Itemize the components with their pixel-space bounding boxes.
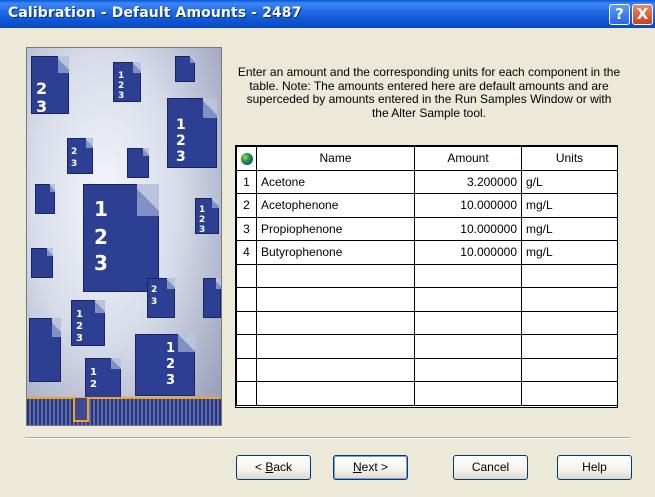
- empty-table-row[interactable]: [236, 310, 618, 335]
- name-cell[interactable]: Propiophenone: [256, 216, 415, 241]
- help-button[interactable]: Help: [557, 455, 632, 480]
- amount-cell[interactable]: [414, 263, 522, 288]
- window-title: Calibration - Default Amounts - 2487: [8, 5, 302, 21]
- empty-table-row[interactable]: [236, 357, 618, 382]
- row-number: [236, 334, 257, 359]
- empty-table-row[interactable]: [236, 381, 618, 406]
- table-row[interactable]: 4 Butyrophenone 10.000000 mg/L: [236, 240, 618, 265]
- amount-cell[interactable]: 3.200000: [414, 169, 522, 194]
- units-cell[interactable]: g/L: [521, 169, 618, 194]
- row-number: [236, 287, 257, 312]
- back-button-prefix: <: [254, 460, 266, 474]
- instructions-text: Enter an amount and the corresponding un…: [237, 65, 621, 120]
- name-cell[interactable]: Acetone: [256, 169, 415, 194]
- units-cell[interactable]: [521, 263, 618, 288]
- units-cell[interactable]: [521, 357, 618, 382]
- next-button-accel: N: [352, 460, 362, 474]
- units-cell[interactable]: mg/L: [521, 216, 618, 241]
- name-cell[interactable]: Acetophenone: [256, 193, 415, 218]
- row-number: 1: [236, 169, 257, 194]
- footer-separator: [25, 437, 630, 439]
- name-cell[interactable]: Butyrophenone: [256, 240, 415, 265]
- row-number: 3: [236, 216, 257, 241]
- row-number: [236, 381, 257, 406]
- column-header-amount[interactable]: Amount: [414, 146, 522, 171]
- row-number: [236, 263, 257, 288]
- name-cell[interactable]: [256, 381, 415, 406]
- units-cell[interactable]: mg/L: [521, 193, 618, 218]
- table-row[interactable]: 3 Propiophenone 10.000000 mg/L: [236, 216, 618, 241]
- units-cell[interactable]: [521, 334, 618, 359]
- empty-table-row[interactable]: [236, 263, 618, 288]
- empty-table-row[interactable]: [236, 334, 618, 359]
- cancel-button[interactable]: Cancel: [453, 455, 528, 480]
- amount-cell[interactable]: 10.000000: [414, 240, 522, 265]
- empty-table-row[interactable]: [236, 287, 618, 312]
- title-bar[interactable]: Calibration - Default Amounts - 2487 ? X: [0, 0, 655, 28]
- name-cell[interactable]: [256, 357, 415, 382]
- image-slider-thumb: [73, 398, 89, 422]
- table-row[interactable]: 2 Acetophenone 10.000000 mg/L: [236, 193, 618, 218]
- calibration-dialog: Calibration - Default Amounts - 2487 ? X…: [0, 0, 655, 497]
- column-header-name[interactable]: Name: [256, 146, 415, 171]
- amount-cell[interactable]: [414, 287, 522, 312]
- table-corner: [236, 146, 257, 171]
- amount-cell[interactable]: 10.000000: [414, 193, 522, 218]
- amount-cell[interactable]: [414, 381, 522, 406]
- units-cell[interactable]: [521, 310, 618, 335]
- units-cell[interactable]: mg/L: [521, 240, 618, 265]
- amounts-table[interactable]: Name Amount Units 1 Acetone 3.200000 g/L…: [235, 145, 618, 408]
- help-title-button[interactable]: ?: [609, 4, 630, 25]
- units-cell[interactable]: [521, 381, 618, 406]
- amount-cell[interactable]: 10.000000: [414, 216, 522, 241]
- name-cell[interactable]: [256, 287, 415, 312]
- name-cell[interactable]: [256, 263, 415, 288]
- wizard-illustration: 23 123 123 23 123 123 23 123 123 12: [26, 47, 222, 426]
- row-number: [236, 357, 257, 382]
- back-button[interactable]: < Back: [236, 455, 311, 480]
- name-cell[interactable]: [256, 334, 415, 359]
- row-number: 4: [236, 240, 257, 265]
- table-header-row: Name Amount Units: [236, 146, 618, 171]
- image-slider-strip: [27, 397, 221, 425]
- back-button-rest: ack: [273, 460, 293, 474]
- row-number: [236, 310, 257, 335]
- next-button-rest: ext >: [361, 460, 389, 474]
- row-number: 2: [236, 193, 257, 218]
- name-cell[interactable]: [256, 310, 415, 335]
- column-header-units[interactable]: Units: [521, 146, 618, 171]
- globe-icon: [241, 153, 253, 166]
- next-button[interactable]: Next >: [333, 455, 408, 480]
- table-row[interactable]: 1 Acetone 3.200000 g/L: [236, 169, 618, 194]
- amount-cell[interactable]: [414, 334, 522, 359]
- amount-cell[interactable]: [414, 357, 522, 382]
- units-cell[interactable]: [521, 287, 618, 312]
- amount-cell[interactable]: [414, 310, 522, 335]
- close-button[interactable]: X: [632, 4, 653, 25]
